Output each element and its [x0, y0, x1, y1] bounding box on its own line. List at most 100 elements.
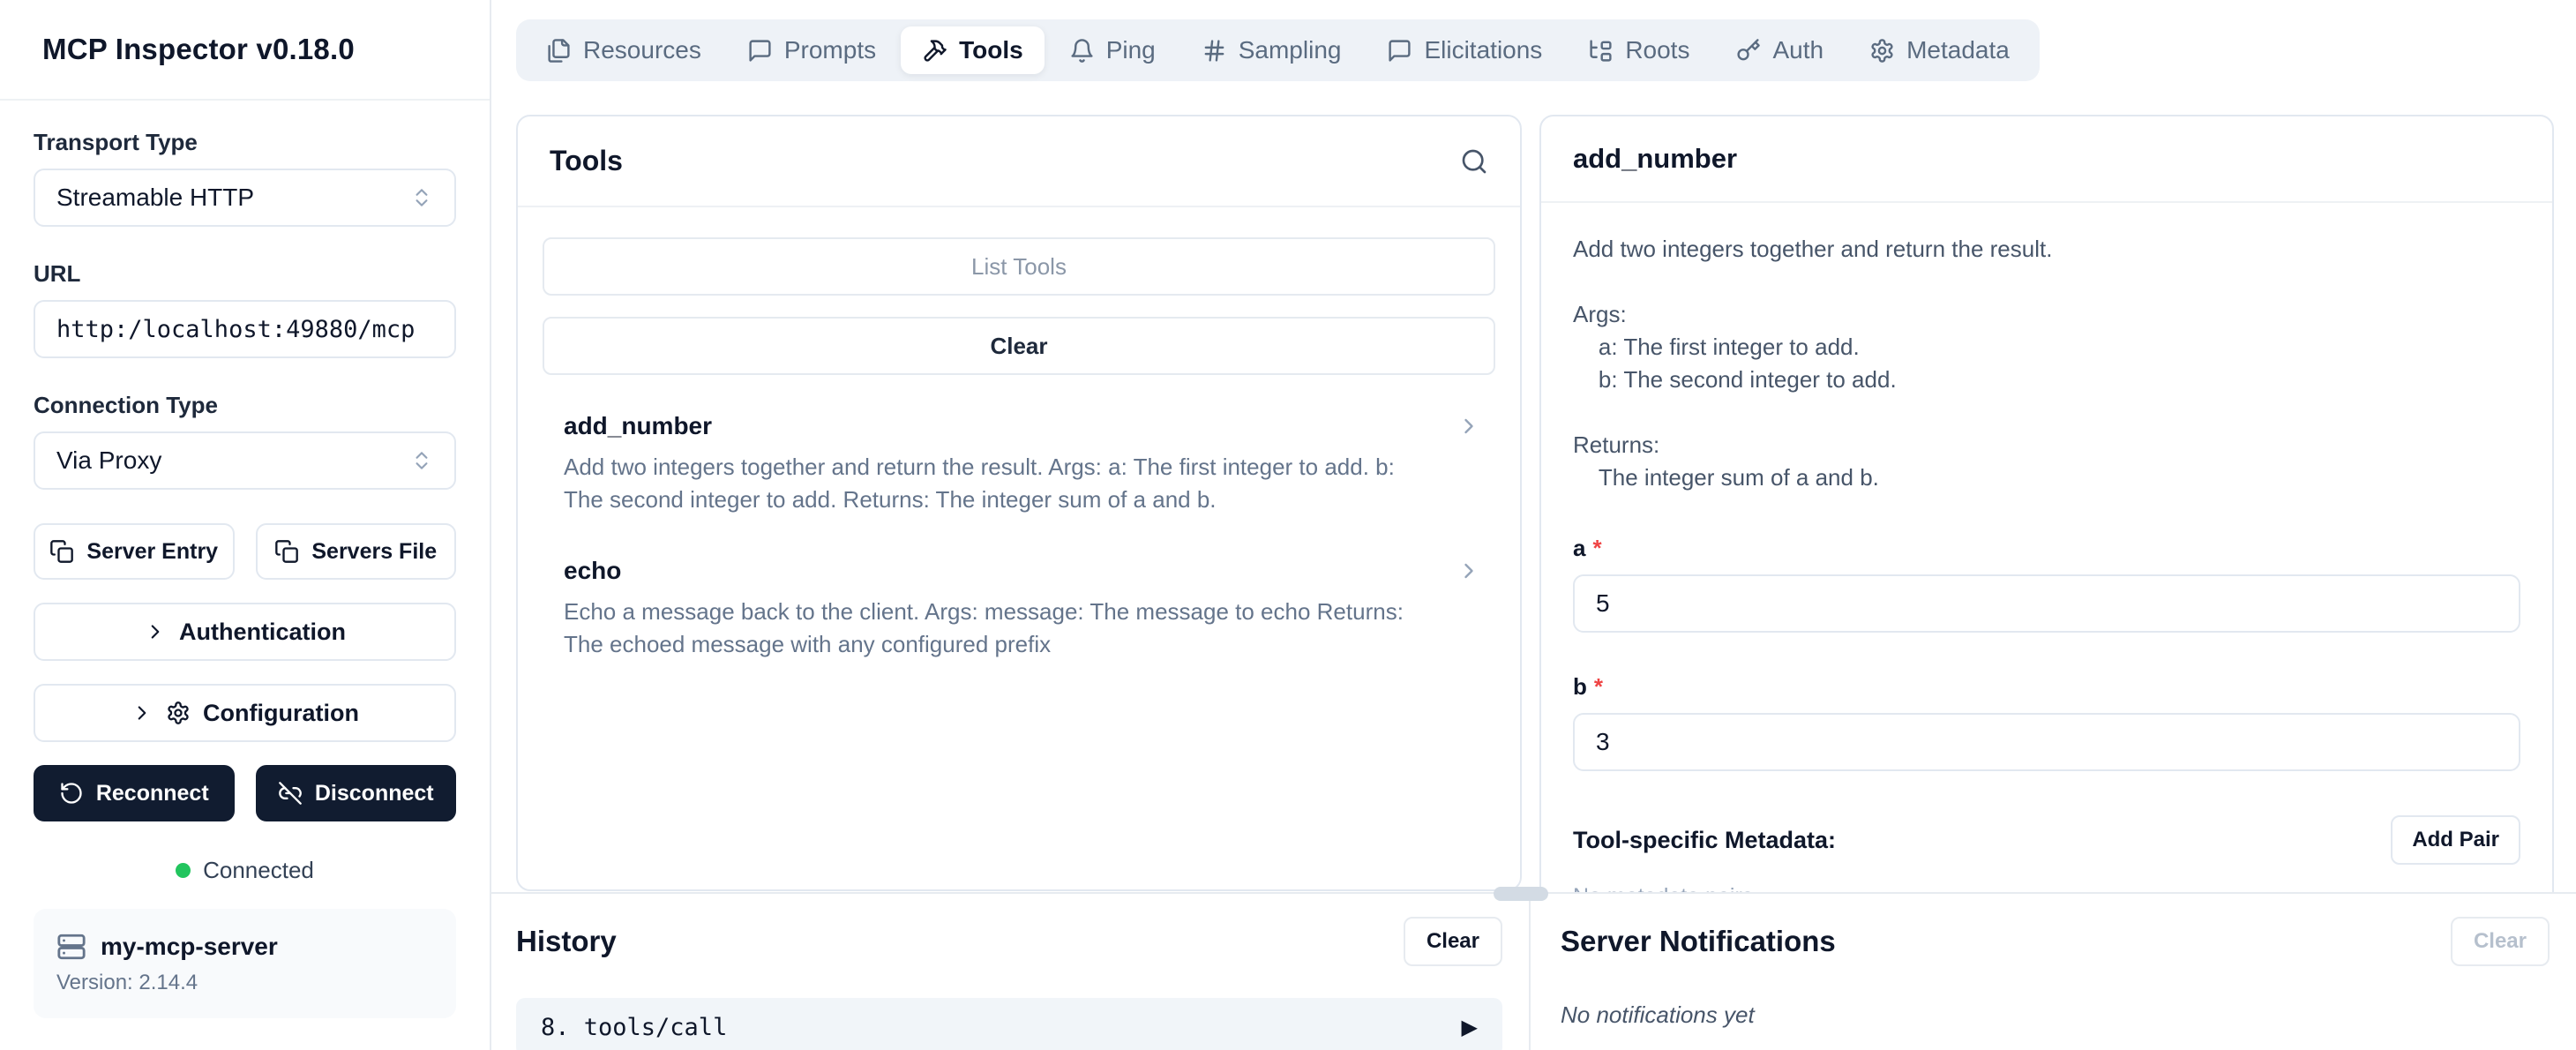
- hash-icon: [1202, 38, 1227, 64]
- main-area: Resources Prompts Tools Ping Sampling: [491, 0, 2576, 1050]
- hammer-icon: [922, 38, 947, 64]
- connection-type-label: Connection Type: [34, 392, 456, 419]
- sidebar-header: MCP Inspector v0.18.0: [0, 0, 490, 101]
- tab-row: Resources Prompts Tools Ping Sampling: [491, 0, 2576, 81]
- tool-detail-header: add_number: [1541, 116, 2552, 203]
- history-header: History Clear: [516, 917, 1502, 966]
- tab-tools[interactable]: Tools: [901, 26, 1045, 74]
- link-off-icon: [278, 781, 303, 806]
- tab-label: Tools: [959, 36, 1023, 64]
- tab-label: Prompts: [784, 36, 876, 64]
- chevron-right-icon: [1456, 414, 1481, 439]
- metadata-empty-text: No metadata pairs.: [1573, 884, 2520, 894]
- tab-label: Sampling: [1239, 36, 1342, 64]
- tab-label: Ping: [1106, 36, 1156, 64]
- chevron-right-icon: [1456, 559, 1481, 583]
- history-item-text: 8. tools/call: [541, 1014, 727, 1041]
- tool-metadata-row: Tool-specific Metadata: Add Pair: [1573, 815, 2520, 865]
- tool-description: Echo a message back to the client. Args:…: [564, 596, 1411, 661]
- play-icon[interactable]: ▶: [1462, 1015, 1478, 1040]
- history-item[interactable]: 8. tools/call ▶: [516, 998, 1502, 1050]
- reconnect-label: Reconnect: [96, 781, 209, 806]
- notifications-header: Server Notifications Clear: [1561, 917, 2550, 966]
- list-tools-button[interactable]: List Tools: [543, 237, 1495, 296]
- search-icon[interactable]: [1460, 147, 1488, 176]
- tools-panel-body: List Tools Clear add_number Add two inte…: [518, 207, 1520, 691]
- tool-list: add_number Add two integers together and…: [543, 412, 1495, 661]
- servers-file-button[interactable]: Servers File: [256, 523, 457, 580]
- tab-metadata[interactable]: Metadata: [1848, 26, 2031, 74]
- transport-type-group: Transport Type Streamable HTTP: [34, 129, 456, 227]
- notifications-title: Server Notifications: [1561, 925, 1836, 958]
- url-input[interactable]: [34, 300, 456, 358]
- tab-elicitations[interactable]: Elicitations: [1366, 26, 1563, 74]
- connection-status: Connected: [34, 857, 456, 884]
- transport-type-label: Transport Type: [34, 129, 456, 156]
- bell-icon: [1069, 38, 1095, 64]
- required-marker: *: [1592, 535, 1601, 562]
- tab-label: Resources: [583, 36, 701, 64]
- tab-label: Auth: [1772, 36, 1823, 64]
- connection-type-select[interactable]: Via Proxy: [34, 431, 456, 490]
- server-name: my-mcp-server: [101, 933, 278, 961]
- tools-panel-header: Tools: [518, 116, 1520, 207]
- app-title: MCP Inspector v0.18.0: [42, 33, 355, 66]
- tools-panel: Tools List Tools Clear add_number Add tw…: [516, 115, 1522, 891]
- split-resize-handle[interactable]: [1494, 887, 1548, 901]
- clear-tools-button[interactable]: Clear: [543, 317, 1495, 375]
- param-b-label: b: [1573, 673, 1587, 701]
- url-label: URL: [34, 260, 456, 288]
- connected-dot: [176, 863, 191, 878]
- tool-list-item-add-number[interactable]: add_number Add two integers together and…: [543, 412, 1495, 516]
- bottom-section: History Clear 8. tools/call ▶ Server Not…: [491, 894, 2576, 1050]
- param-a-label: a: [1573, 535, 1585, 562]
- disconnect-button[interactable]: Disconnect: [256, 765, 457, 821]
- tool-list-item-echo[interactable]: echo Echo a message back to the client. …: [543, 557, 1495, 661]
- notifications-empty-text: No notifications yet: [1561, 1001, 2550, 1029]
- configuration-label: Configuration: [203, 700, 359, 727]
- authentication-toggle[interactable]: Authentication: [34, 603, 456, 661]
- connection-type-group: Connection Type Via Proxy: [34, 392, 456, 490]
- reconnect-button[interactable]: Reconnect: [34, 765, 235, 821]
- tab-label: Roots: [1625, 36, 1689, 64]
- configuration-toggle[interactable]: Configuration: [34, 684, 456, 742]
- disconnect-label: Disconnect: [315, 781, 434, 806]
- tool-detail-description: Add two integers together and return the…: [1573, 233, 2520, 494]
- tab-roots[interactable]: Roots: [1567, 26, 1711, 74]
- server-notifications-panel: Server Notifications Clear No notificati…: [1531, 894, 2576, 1050]
- message-square-icon: [1387, 38, 1412, 64]
- tool-name: add_number: [564, 412, 1442, 440]
- tools-panel-title: Tools: [550, 145, 623, 177]
- server-entry-button[interactable]: Server Entry: [34, 523, 235, 580]
- notifications-clear-button[interactable]: Clear: [2451, 917, 2550, 966]
- param-a-input[interactable]: [1573, 574, 2520, 633]
- tab-resources[interactable]: Resources: [525, 26, 723, 74]
- server-icon: [56, 932, 86, 962]
- chevrons-up-down-icon: [410, 449, 433, 472]
- history-clear-button[interactable]: Clear: [1404, 917, 1502, 966]
- files-icon: [546, 38, 572, 64]
- tool-name: echo: [564, 557, 1442, 585]
- chevron-right-icon: [131, 701, 154, 724]
- transport-type-select[interactable]: Streamable HTTP: [34, 169, 456, 227]
- tab-sampling[interactable]: Sampling: [1180, 26, 1363, 74]
- chevron-right-icon: [144, 620, 167, 643]
- tab-ping[interactable]: Ping: [1048, 26, 1177, 74]
- connected-text: Connected: [203, 857, 314, 884]
- tool-metadata-label: Tool-specific Metadata:: [1573, 827, 1836, 854]
- tool-detail-panel: add_number Add two integers together and…: [1539, 115, 2554, 894]
- tool-description: Add two integers together and return the…: [564, 451, 1411, 516]
- add-pair-button[interactable]: Add Pair: [2391, 815, 2520, 865]
- message-square-icon: [747, 38, 773, 64]
- param-b-input[interactable]: [1573, 713, 2520, 771]
- tab-prompts[interactable]: Prompts: [726, 26, 897, 74]
- gear-icon: [1869, 38, 1895, 64]
- param-b-label-row: b *: [1573, 673, 2520, 701]
- tab-label: Metadata: [1906, 36, 2010, 64]
- connection-buttons-row: Reconnect Disconnect: [34, 765, 456, 821]
- transport-type-value: Streamable HTTP: [56, 184, 254, 212]
- copy-icon: [274, 539, 299, 564]
- rotate-ccw-icon: [59, 781, 84, 806]
- tab-auth[interactable]: Auth: [1714, 26, 1845, 74]
- history-panel: History Clear 8. tools/call ▶: [491, 894, 1531, 1050]
